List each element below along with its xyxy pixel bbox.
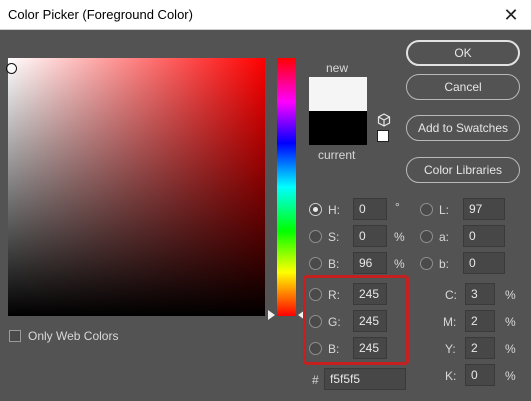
lab-l-label: L: — [439, 203, 450, 217]
magenta-unit: % — [505, 315, 516, 329]
saturation-radio[interactable] — [309, 230, 322, 243]
yellow-input[interactable]: 2 — [465, 337, 495, 359]
hue-input[interactable]: 0 — [353, 198, 387, 220]
black-unit: % — [505, 369, 516, 383]
hue-radio[interactable] — [309, 203, 322, 216]
color-field-cursor[interactable] — [6, 63, 17, 74]
brightness-radio[interactable] — [309, 257, 322, 270]
lab-l-input[interactable]: 97 — [463, 198, 505, 220]
cancel-button[interactable]: Cancel — [406, 74, 520, 100]
lab-l-radio[interactable] — [420, 203, 433, 216]
hue-label: H: — [328, 203, 340, 217]
hex-label: # — [312, 373, 319, 387]
hex-input[interactable]: f5f5f5 — [324, 368, 406, 390]
rgb-highlight-box — [303, 275, 409, 365]
close-icon[interactable]: ✕ — [491, 0, 531, 30]
yellow-label: Y: — [445, 342, 456, 356]
lab-b-input[interactable]: 0 — [463, 252, 505, 274]
saturation-label: S: — [328, 230, 340, 244]
cyan-input[interactable]: 3 — [465, 283, 495, 305]
hue-slider-left-arrow-icon[interactable] — [268, 310, 275, 320]
saturation-input[interactable]: 0 — [353, 225, 387, 247]
brightness-label: B: — [328, 257, 340, 271]
websafe-color-swatch[interactable] — [377, 130, 389, 142]
only-web-colors-checkbox[interactable] — [9, 330, 21, 342]
magenta-input[interactable]: 2 — [465, 310, 495, 332]
brightness-input[interactable]: 96 — [353, 252, 387, 274]
black-input[interactable]: 0 — [465, 364, 495, 386]
cyan-unit: % — [505, 288, 516, 302]
ok-button[interactable]: OK — [406, 40, 520, 66]
out-of-gamut-cube-icon[interactable] — [377, 113, 391, 127]
brightness-unit: % — [394, 257, 405, 271]
hue-slider[interactable] — [277, 58, 296, 316]
current-label: current — [318, 148, 356, 162]
cyan-label: C: — [445, 288, 457, 302]
lab-a-radio[interactable] — [420, 230, 433, 243]
saturation-unit: % — [394, 230, 405, 244]
lab-b-radio[interactable] — [420, 257, 433, 270]
lab-a-input[interactable]: 0 — [463, 225, 505, 247]
magenta-label: M: — [443, 315, 457, 329]
color-libraries-button[interactable]: Color Libraries — [406, 157, 520, 183]
lab-a-label: a: — [439, 230, 450, 244]
new-label: new — [326, 61, 349, 75]
yellow-unit: % — [505, 342, 516, 356]
black-label: K: — [445, 369, 457, 383]
current-color-swatch[interactable] — [309, 111, 367, 145]
lab-b-label: b: — [439, 257, 450, 271]
add-to-swatches-button[interactable]: Add to Swatches — [406, 115, 520, 141]
only-web-colors-label: Only Web Colors — [28, 329, 119, 343]
hue-unit: ° — [395, 200, 400, 214]
color-field[interactable] — [6, 58, 265, 316]
title-bar: Color Picker (Foreground Color) ✕ — [0, 0, 531, 30]
new-color-swatch — [309, 77, 367, 111]
window-title: Color Picker (Foreground Color) — [8, 7, 193, 22]
